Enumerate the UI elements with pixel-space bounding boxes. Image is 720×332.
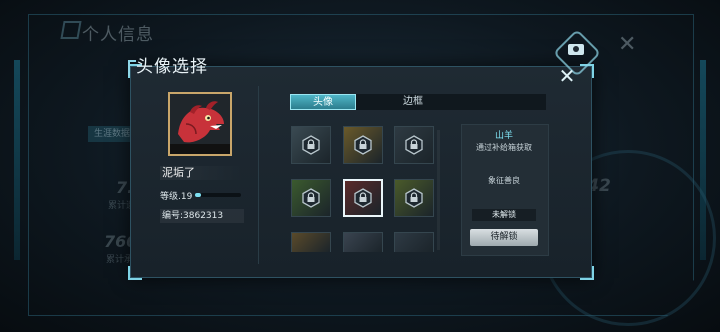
- tab-avatar[interactable]: 头像: [290, 94, 356, 110]
- background-tab: 生涯数据: [88, 126, 136, 142]
- tab-bar: 头像 边框: [290, 94, 546, 110]
- avatar-option[interactable]: [291, 232, 331, 252]
- lock-icon: [301, 135, 321, 155]
- avatar-option[interactable]: [343, 126, 383, 164]
- avatar-detail-description: 象征善良: [488, 176, 520, 185]
- avatar-option[interactable]: [343, 179, 383, 217]
- lock-icon: [301, 188, 321, 208]
- unlock-status: 未解锁: [472, 209, 536, 221]
- grid-scroll-track: [437, 130, 440, 250]
- background-title: 个人信息: [82, 25, 154, 45]
- corner-decoration: [128, 266, 142, 280]
- lock-icon: [404, 188, 424, 208]
- title-bracket: [128, 60, 136, 76]
- level-progress-bar: [195, 193, 241, 197]
- player-name: 泥垢了: [160, 166, 244, 180]
- avatar-detail-source: 通过补给箱获取: [476, 143, 532, 152]
- avatar-option[interactable]: [291, 126, 331, 164]
- background-title-icon: [60, 21, 82, 39]
- lock-icon: [353, 188, 373, 208]
- dragon-avatar-icon: [170, 94, 230, 154]
- modal-title: 头像选择: [136, 57, 208, 77]
- background-left-edge: [14, 60, 20, 260]
- tab-frame[interactable]: 边框: [378, 94, 448, 110]
- avatar-option[interactable]: [394, 126, 434, 164]
- avatar-option[interactable]: [394, 179, 434, 217]
- level-progress-fill: [195, 193, 201, 197]
- current-avatar: [168, 92, 232, 156]
- avatar-option[interactable]: [343, 232, 383, 252]
- close-button[interactable]: ✕: [557, 66, 577, 86]
- pending-unlock-button[interactable]: 待解锁: [470, 229, 538, 246]
- avatar-option[interactable]: [394, 232, 434, 252]
- player-id: 编号:3862313: [160, 209, 244, 223]
- avatar-option[interactable]: [291, 179, 331, 217]
- background-close-icon: ✕: [618, 32, 637, 57]
- corner-decoration: [580, 266, 594, 280]
- camera-icon: [568, 44, 584, 55]
- avatar-detail-name: 山羊: [494, 131, 513, 141]
- level-label: 等级.19: [160, 192, 193, 202]
- lock-icon: [353, 135, 373, 155]
- lock-icon: [404, 135, 424, 155]
- section-divider: [258, 86, 259, 264]
- close-icon: ✕: [558, 64, 576, 88]
